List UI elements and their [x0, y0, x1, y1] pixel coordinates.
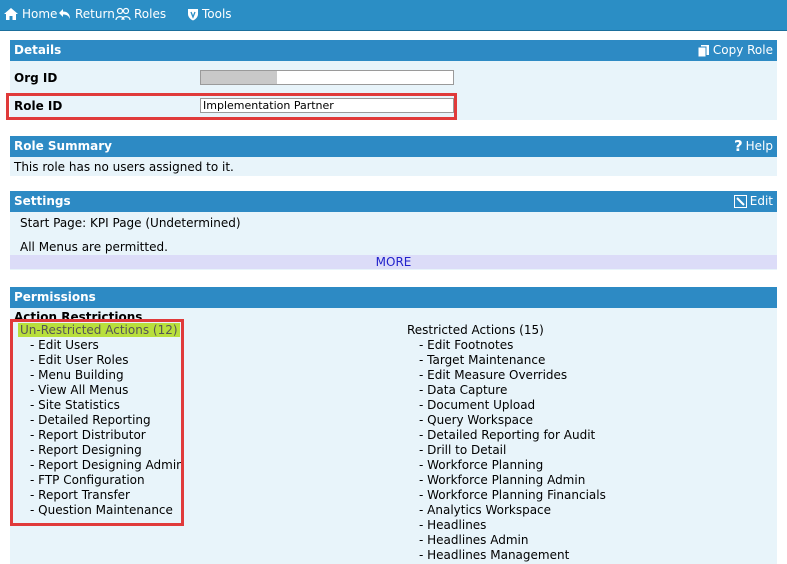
- tools-icon: [188, 8, 198, 20]
- org-id-redacted: [201, 71, 277, 84]
- restricted-actions-list: Restricted Actions (15) - Edit Footnotes…: [399, 323, 606, 563]
- edit-button[interactable]: Edit: [733, 191, 773, 212]
- list-item: - Headlines Management: [419, 548, 570, 562]
- edit-icon: [733, 195, 747, 208]
- settings-title: Settings: [14, 194, 71, 208]
- permissions-panel: Permissions Action Restrictions Un-Restr…: [10, 287, 777, 564]
- home-icon: [4, 8, 18, 20]
- list-item: - Analytics Workspace: [419, 503, 552, 517]
- settings-header: Settings Edit: [10, 191, 777, 212]
- list-item: - Data Capture: [419, 383, 508, 397]
- nav-tools-label: Tools: [202, 7, 232, 21]
- copy-icon: [697, 44, 709, 57]
- list-item: - Document Upload: [419, 398, 536, 412]
- list-item: - Headlines Admin: [419, 533, 529, 547]
- details-header: Details Copy Role: [10, 40, 777, 61]
- org-id-field[interactable]: [200, 70, 454, 85]
- nav-roles[interactable]: Roles: [115, 7, 166, 21]
- list-item: - Headlines: [419, 518, 487, 532]
- list-item: - Query Workspace: [419, 413, 534, 427]
- edit-label: Edit: [749, 194, 773, 208]
- nav-roles-label: Roles: [134, 7, 167, 21]
- unrestricted-annotation-box: [10, 319, 184, 526]
- role-summary-header: Role Summary ? Help: [10, 136, 777, 157]
- nav-tools[interactable]: Tools: [187, 7, 232, 21]
- help-button[interactable]: ? Help: [734, 136, 773, 157]
- role-summary-title: Role Summary: [14, 139, 112, 153]
- help-label: Help: [745, 139, 773, 153]
- nav-home-label: Home: [22, 7, 58, 21]
- list-item: - Target Maintenance: [419, 353, 546, 367]
- start-page-text: Start Page: KPI Page (Undetermined): [20, 216, 241, 230]
- org-id-label: Org ID: [14, 71, 58, 85]
- copy-role-button[interactable]: Copy Role: [697, 40, 773, 61]
- nav-return[interactable]: Return: [57, 7, 115, 21]
- return-icon: [59, 9, 70, 19]
- list-item: - Workforce Planning Financials: [419, 488, 606, 502]
- help-icon: ?: [733, 137, 743, 155]
- permissions-header: Permissions: [10, 287, 777, 308]
- list-item: - Workforce Planning: [419, 458, 544, 472]
- details-panel: Details Copy Role Org ID Role ID Impleme…: [6, 40, 777, 120]
- role-summary-text: This role has no users assigned to it.: [14, 160, 234, 174]
- settings-panel: Settings Edit Start Page: KPI Page (Unde…: [10, 191, 777, 270]
- permissions-title: Permissions: [14, 290, 96, 304]
- nav-return-label: Return: [75, 7, 115, 21]
- list-item: - Drill to Detail: [419, 443, 507, 457]
- role-id-annotation-box: [6, 93, 457, 120]
- role-summary-panel: Role Summary ? Help This role has no use…: [10, 136, 777, 176]
- list-item: - Detailed Reporting for Audit: [419, 428, 596, 442]
- roles-icon: [115, 7, 131, 21]
- list-item: - Edit Measure Overrides: [419, 368, 568, 382]
- list-item: - Edit Footnotes: [419, 338, 514, 352]
- menus-text: All Menus are permitted.: [20, 240, 168, 254]
- restricted-title: Restricted Actions (15): [407, 323, 544, 337]
- copy-role-label: Copy Role: [712, 43, 773, 57]
- top-nav-bar: Home Return Roles Tools: [0, 0, 787, 31]
- nav-home[interactable]: Home: [3, 7, 57, 21]
- more-link[interactable]: MORE: [10, 255, 777, 269]
- list-item: - Workforce Planning Admin: [419, 473, 586, 487]
- details-title: Details: [14, 43, 62, 57]
